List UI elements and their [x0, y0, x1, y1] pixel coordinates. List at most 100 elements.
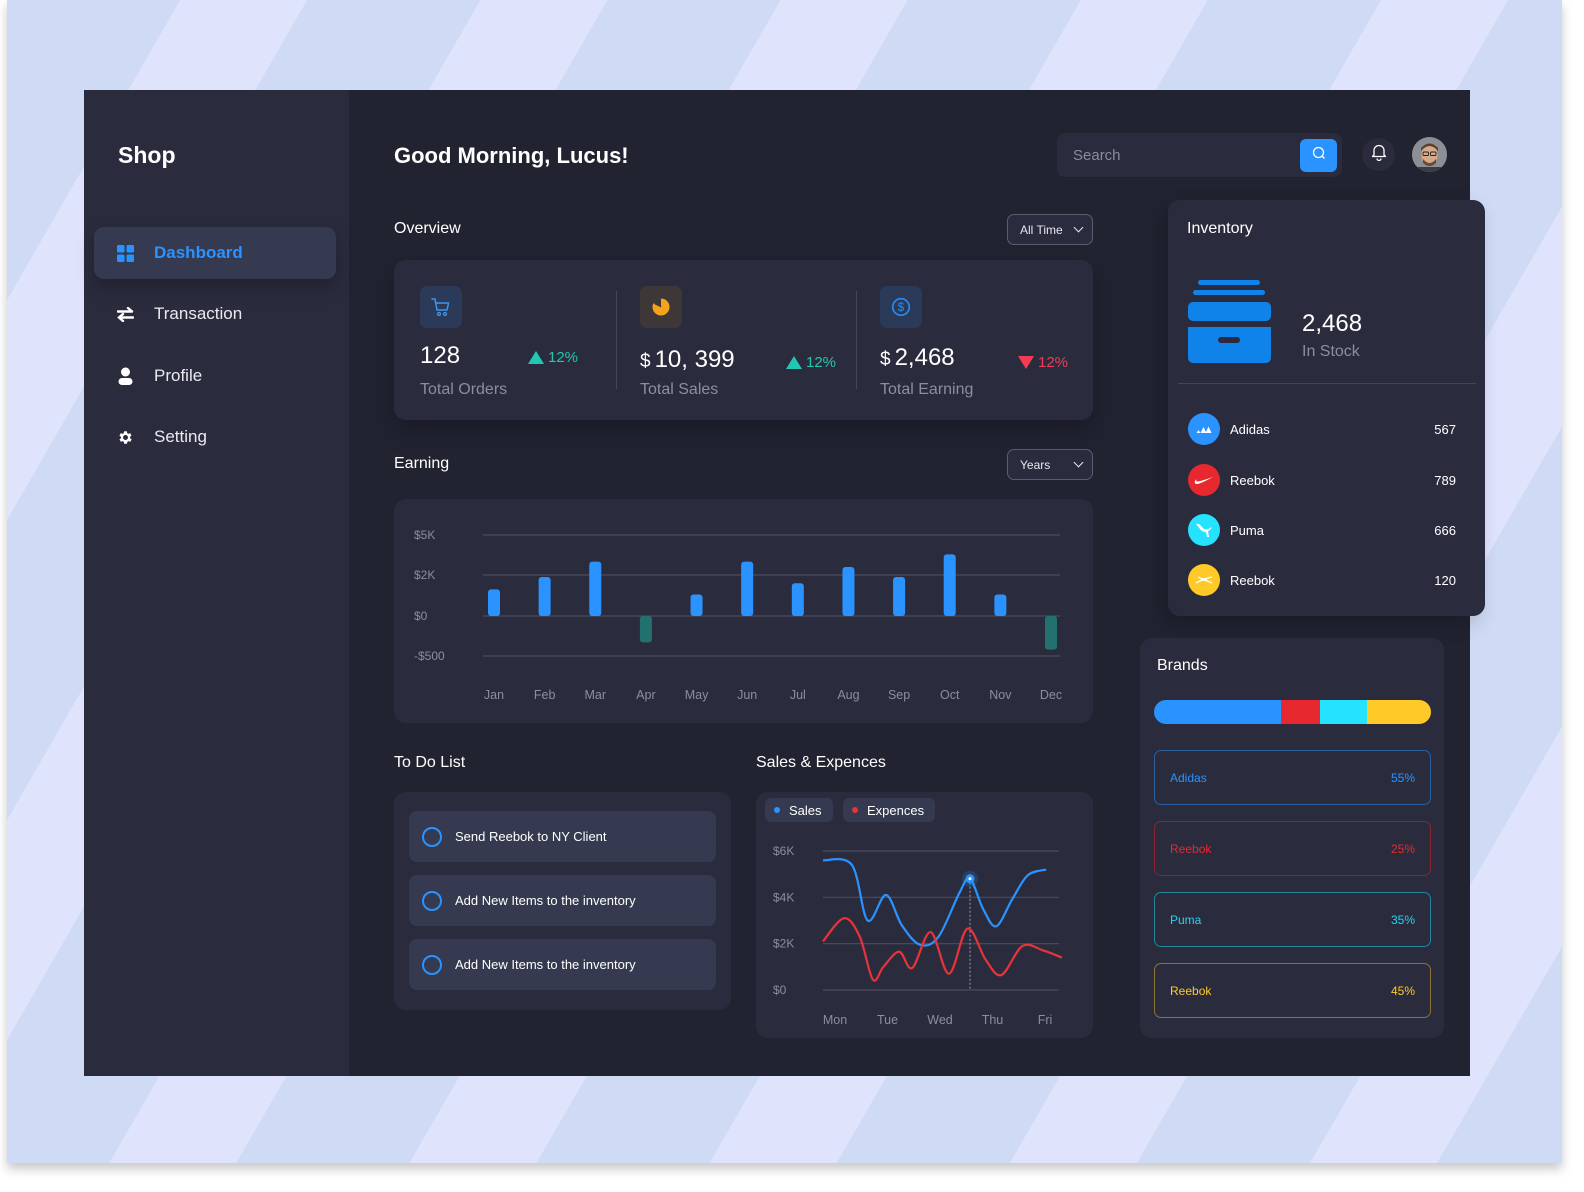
x-tick-label: Feb — [534, 688, 556, 702]
sidebar-item-label: Dashboard — [154, 243, 243, 262]
user-avatar[interactable] — [1412, 137, 1447, 172]
bar-sep[interactable] — [893, 577, 906, 616]
y-tick-label: $2K — [773, 937, 794, 951]
swap-arrows-icon — [116, 305, 134, 323]
x-tick-label: Apr — [636, 688, 655, 702]
trend-up-icon — [786, 356, 802, 369]
overview-card: 128 12% Total Orders $10, 399 12% Total … — [394, 260, 1093, 420]
series-line-sales[interactable] — [822, 858, 1047, 947]
brand-name: Adidas — [1170, 770, 1207, 785]
todo-card: Send Reebok to NY Client Add New Items t… — [394, 792, 731, 1010]
currency-symbol: $ — [640, 351, 651, 372]
bar-dec[interactable] — [1045, 616, 1057, 650]
trend-down-icon — [1018, 356, 1034, 369]
bar-mar[interactable] — [589, 561, 602, 616]
bell-icon — [1371, 143, 1387, 166]
overview-period-dropdown[interactable]: All Time — [1007, 214, 1093, 245]
sidebar-item-transaction[interactable]: Transaction — [94, 288, 336, 340]
in-stock-label: In Stock — [1302, 343, 1360, 360]
sales-expenses-card: Sales Expences $6K $4K $2K $0 Mon Tue Wed Thu F… — [756, 792, 1093, 1038]
sales-expenses-line-chart: $6K $4K $2K $0 Mon Tue Wed Thu Fri — [773, 844, 1063, 1027]
cart-icon — [420, 286, 462, 328]
x-tick-label: Wed — [927, 1013, 953, 1027]
checkbox-circle[interactable] — [422, 890, 442, 911]
adidas-logo-icon — [1188, 413, 1220, 445]
y-tick-label: -$500 — [414, 649, 445, 663]
y-tick-label: $5K — [414, 528, 435, 542]
x-tick-label: Thu — [982, 1013, 1004, 1027]
brand-percent: 45% — [1390, 983, 1415, 998]
stat-number: 128 — [420, 342, 461, 369]
pie-chart-icon — [640, 286, 682, 328]
x-tick-label: Oct — [940, 688, 960, 702]
todo-item[interactable]: Add New Items to the inventory — [409, 939, 716, 990]
search-bar — [1057, 133, 1342, 177]
reebok-delta-icon — [1188, 564, 1220, 596]
inventory-row[interactable]: Reebok 789 — [1188, 464, 1456, 496]
bar-feb[interactable] — [538, 577, 551, 616]
x-tick-label: Mon — [823, 1013, 847, 1027]
x-tick-label: Sep — [888, 688, 910, 702]
stat-number: 2,468 — [894, 344, 955, 371]
earning-bar-chart: $5K $2K $0 -$500 Jan Feb Mar Apr May Jun Jul Aug Se… — [414, 528, 1062, 702]
notifications-button[interactable] — [1362, 138, 1395, 171]
currency-symbol: $ — [880, 349, 891, 370]
y-tick-label: $0 — [773, 983, 787, 997]
earning-chart-card: $5K $2K $0 -$500 Jan Feb Mar Apr May Jun Jul Aug Se… — [394, 499, 1093, 723]
checkbox-circle[interactable] — [422, 826, 442, 847]
x-tick-label: Tue — [877, 1013, 898, 1027]
sidebar-item-setting[interactable]: Setting — [94, 411, 336, 463]
divider — [1178, 383, 1476, 384]
inventory-row[interactable]: Reebok 120 — [1188, 564, 1456, 596]
bar-jul[interactable] — [791, 583, 804, 616]
page-title: Good Morning, Lucus! — [394, 143, 629, 168]
series-line-expences[interactable] — [822, 917, 1063, 982]
todo-text: Add New Items to the inventory — [455, 893, 636, 908]
search-button[interactable] — [1300, 138, 1337, 172]
chevron-down-icon — [1073, 222, 1084, 233]
brand-share-segment — [1154, 700, 1282, 724]
chevron-down-icon — [1073, 457, 1084, 468]
bar-jun[interactable] — [741, 561, 754, 616]
sidebar-item-label: Transaction — [154, 304, 243, 323]
search-input[interactable] — [1057, 146, 1300, 164]
sales-expenses-title: Sales & Expences — [756, 754, 886, 771]
brand-name: Reebok — [1170, 983, 1212, 998]
search-icon — [1312, 146, 1326, 165]
bar-aug[interactable] — [842, 567, 855, 616]
overview-title: Overview — [394, 220, 461, 237]
todo-item[interactable]: Add New Items to the inventory — [409, 875, 716, 926]
stat-total-earning: $ $2,468 12% Total Earning — [880, 260, 1080, 420]
brand-box-reebok[interactable]: Reebok 25% — [1154, 821, 1431, 876]
checkbox-circle[interactable] — [422, 954, 442, 975]
brand-box-reebok-2[interactable]: Reebok 45% — [1154, 963, 1431, 1018]
x-tick-label: Nov — [989, 688, 1012, 702]
sidebar-item-dashboard[interactable]: Dashboard — [94, 227, 336, 279]
x-tick-label: Dec — [1040, 688, 1062, 702]
svg-text:$: $ — [898, 302, 905, 314]
y-tick-label: $0 — [414, 609, 428, 623]
trend-value: 12% — [548, 349, 579, 366]
bar-jan[interactable] — [488, 589, 500, 616]
app-logo: Shop — [118, 142, 176, 168]
brand-box-adidas[interactable]: Adidas 55% — [1154, 750, 1431, 805]
stat-value: $10, 399 — [640, 346, 735, 374]
earning-period-dropdown[interactable]: Years — [1007, 449, 1093, 480]
bar-may[interactable] — [690, 594, 703, 616]
bar-oct[interactable] — [943, 554, 956, 616]
dropdown-value: All Time — [1020, 222, 1063, 237]
sidebar-item-profile[interactable]: Profile — [94, 350, 336, 402]
bar-apr[interactable] — [639, 616, 652, 643]
bar-nov[interactable] — [994, 594, 1007, 616]
brands-title: Brands — [1157, 657, 1208, 674]
stat-label: Total Sales — [640, 381, 719, 398]
dollar-coin-icon: $ — [880, 286, 922, 328]
brand-box-puma[interactable]: Puma 35% — [1154, 892, 1431, 947]
trend-value: 12% — [1038, 354, 1069, 371]
todo-item[interactable]: Send Reebok to NY Client — [409, 811, 716, 862]
trend-value: 12% — [806, 354, 837, 371]
divider — [856, 291, 857, 389]
inventory-row[interactable]: Adidas 567 — [1188, 413, 1456, 445]
archive-box-icon — [1188, 280, 1272, 371]
inventory-row[interactable]: Puma 666 — [1188, 514, 1456, 546]
